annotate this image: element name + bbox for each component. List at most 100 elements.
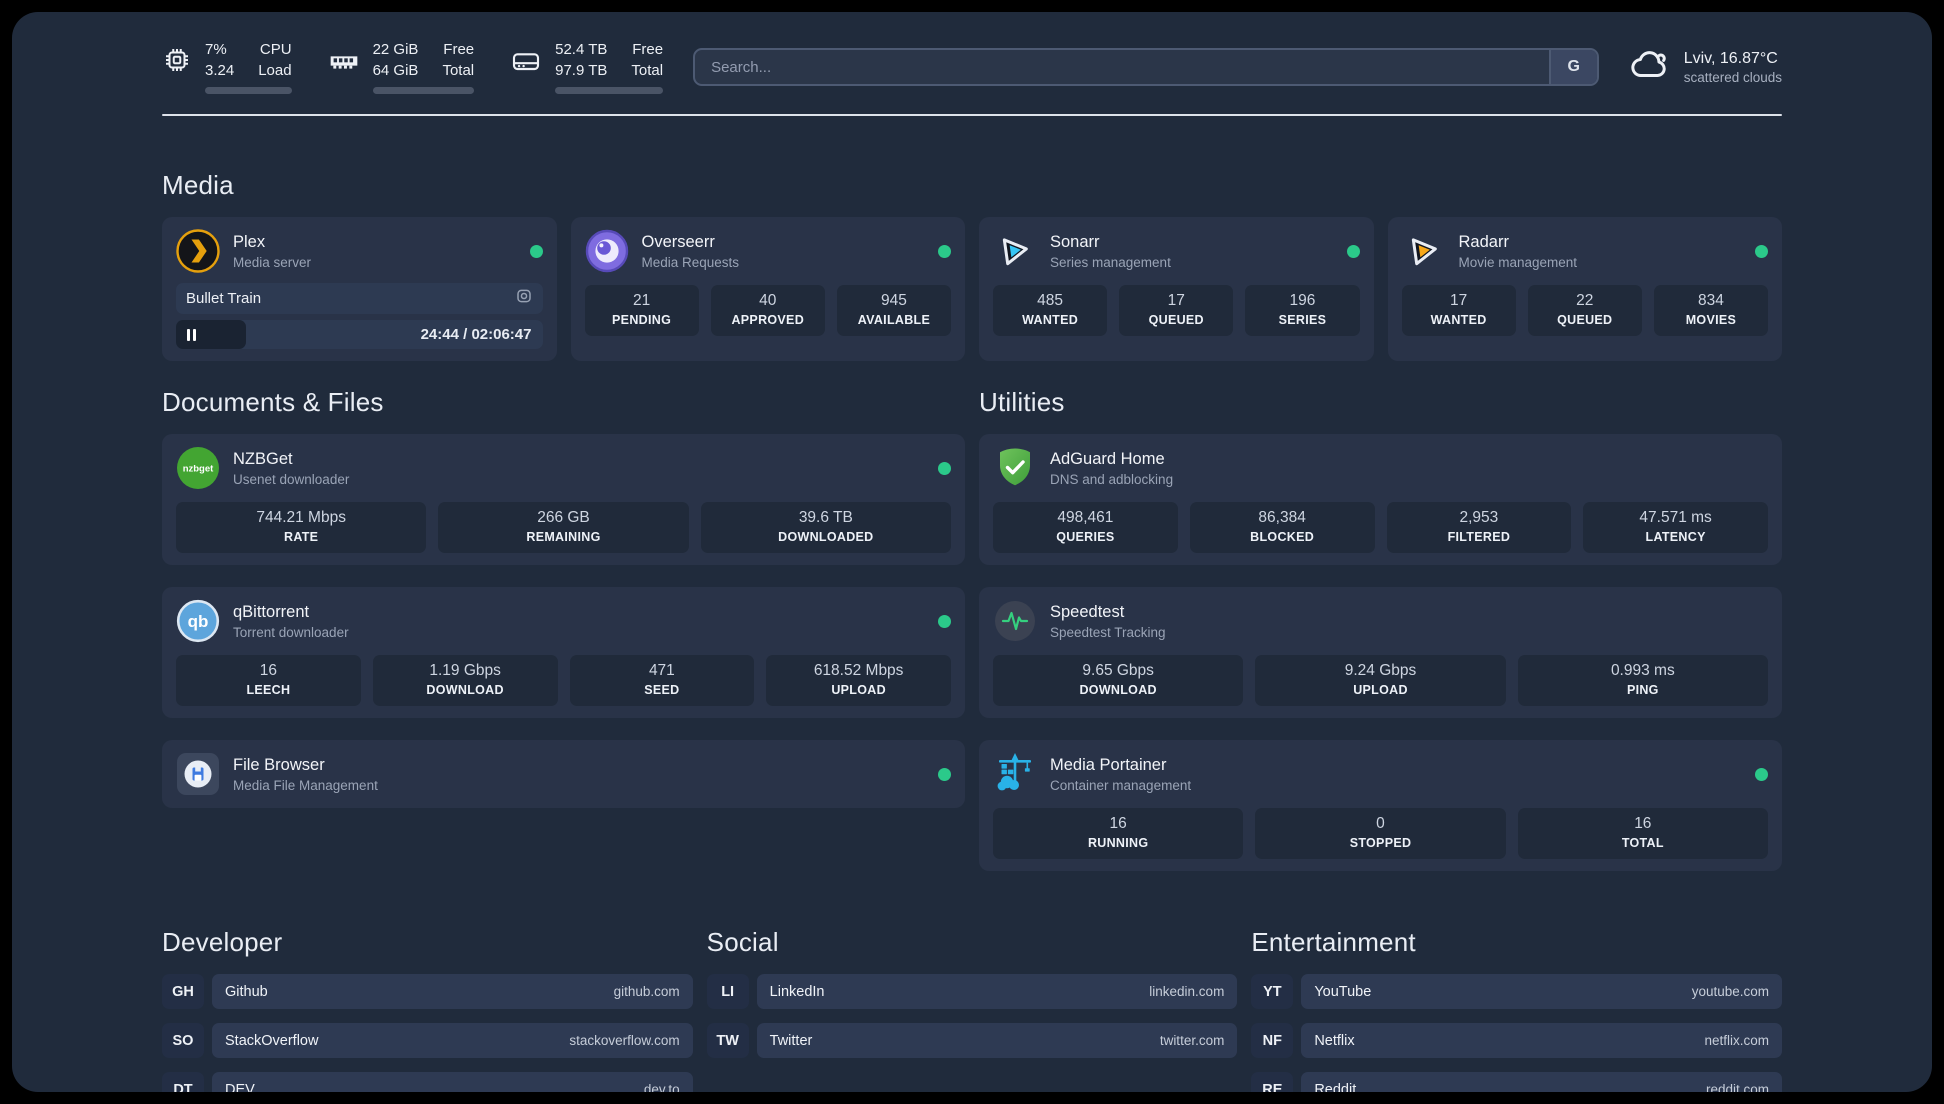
stat-tile: 16 TOTAL — [1517, 808, 1768, 859]
disk-label-2: Total — [631, 61, 664, 79]
svg-text:qb: qb — [188, 612, 209, 631]
link-badge: TW — [706, 1023, 749, 1058]
memory-label-1: Free — [443, 41, 475, 58]
memory-progress-bar — [372, 87, 475, 94]
link-url: netflix.com — [1704, 1033, 1769, 1048]
overseerr-status-dot — [938, 244, 951, 258]
link-linkedin[interactable]: LI LinkedIn linkedin.com — [706, 974, 1238, 1009]
stat-tile: 618.52 Mbps UPLOAD — [766, 655, 951, 706]
stat-tile: 498,461 QUERIES — [993, 502, 1178, 553]
memory-label-2: Total — [442, 61, 475, 79]
link-netflix[interactable]: NF Netflix netflix.com — [1251, 1023, 1782, 1058]
search-input[interactable] — [695, 58, 1549, 76]
google-search-button[interactable]: G — [1548, 50, 1597, 84]
pause-icon — [187, 328, 190, 341]
card-sonarr[interactable]: Sonarr Series management 485 WANTED 17 Q… — [979, 217, 1374, 361]
now-playing-row: Bullet Train — [176, 283, 543, 314]
pause-button[interactable] — [176, 320, 246, 349]
link-youtube[interactable]: YT YouTube youtube.com — [1251, 974, 1782, 1009]
disk-stat: 52.4 TB Free 97.9 TB Total — [510, 40, 664, 94]
speedtest-pulse-icon — [993, 599, 1037, 643]
memory-free-value: 22 GiB — [372, 41, 419, 58]
stat-tile: 485 WANTED — [993, 285, 1108, 336]
link-stackoverflow[interactable]: SO StackOverflow stackoverflow.com — [162, 1023, 693, 1058]
section-title-media: Media — [162, 170, 234, 200]
sonarr-icon — [993, 229, 1037, 273]
section-documents: Documents & Files nzbget NZBGet Usenet d — [162, 387, 965, 808]
card-speedtest[interactable]: Speedtest Speedtest Tracking 9.65 Gbps D… — [979, 587, 1782, 718]
disk-free-value: 52.4 TB — [555, 41, 608, 58]
filebrowser-icon — [176, 752, 220, 796]
radarr-icon — [1402, 229, 1446, 273]
stat-tile: 17 WANTED — [1401, 285, 1516, 336]
link-dev[interactable]: DT DEV dev.to — [162, 1072, 693, 1092]
radarr-name: Radarr — [1458, 232, 1509, 251]
link-twitter[interactable]: TW Twitter twitter.com — [706, 1023, 1238, 1058]
speedtest-name: Speedtest — [1050, 602, 1125, 621]
link-url: dev.to — [643, 1082, 680, 1092]
section-entertainment: Entertainment YT YouTube youtube.com NF … — [1251, 927, 1782, 1092]
disk-progress-bar — [555, 87, 664, 94]
link-name: Twitter — [769, 1032, 813, 1049]
hard-drive-icon — [510, 45, 542, 82]
playback-time: 24:44 / 02:06:47 — [420, 326, 532, 343]
cpu-usage-value: 7% — [205, 41, 227, 58]
link-badge: YT — [1251, 974, 1294, 1009]
system-stats: 7% CPU 3.24 Load 22 GiB Free 64 GiB Tota… — [162, 40, 664, 94]
card-portainer[interactable]: Media Portainer Container management 16 … — [979, 740, 1782, 871]
link-badge: NF — [1251, 1023, 1294, 1058]
radarr-desc: Movie management — [1458, 254, 1578, 270]
section-title-utilities: Utilities — [979, 387, 1065, 417]
link-name: StackOverflow — [225, 1032, 319, 1049]
qbittorrent-desc: Torrent downloader — [233, 624, 349, 640]
stat-tile: 40 APPROVED — [710, 285, 825, 336]
sonarr-status-dot — [1346, 244, 1360, 258]
link-url: twitter.com — [1159, 1033, 1225, 1048]
memory-total-value: 64 GiB — [372, 61, 419, 79]
filebrowser-desc: Media File Management — [233, 777, 378, 793]
header-divider — [162, 114, 1782, 116]
link-name: Netflix — [1314, 1032, 1355, 1049]
section-developer: Developer GH Github github.com SO StackO… — [162, 927, 693, 1092]
stat-tile: 196 SERIES — [1245, 285, 1360, 336]
card-nzbget[interactable]: nzbget NZBGet Usenet downloader 744.21 M… — [162, 434, 965, 565]
link-github[interactable]: GH Github github.com — [162, 974, 693, 1009]
section-social: Social LI LinkedIn linkedin.com TW Twitt… — [706, 927, 1238, 1072]
link-name: YouTube — [1314, 983, 1372, 1000]
card-overseerr[interactable]: Overseerr Media Requests 21 PENDING 40 A… — [570, 217, 965, 361]
adguard-shield-icon — [993, 446, 1037, 490]
svg-text:nzbget: nzbget — [183, 464, 214, 475]
section-media: Media Plex Media server Bullet Train 24:… — [162, 170, 1782, 361]
stat-tile: 471 SEED — [569, 655, 755, 706]
link-badge: GH — [162, 974, 204, 1009]
topbar: 7% CPU 3.24 Load 22 GiB Free 64 GiB Tota… — [162, 40, 1782, 94]
stat-tile: 16 RUNNING — [993, 808, 1244, 859]
link-reddit[interactable]: RE Reddit reddit.com — [1251, 1072, 1782, 1092]
portainer-desc: Container management — [1050, 777, 1192, 793]
card-plex[interactable]: Plex Media server Bullet Train 24:44 / 0… — [162, 217, 557, 361]
filebrowser-name: File Browser — [233, 755, 325, 774]
overseerr-icon — [585, 229, 629, 273]
plex-name: Plex — [233, 232, 266, 251]
stat-tile: 0 STOPPED — [1255, 808, 1506, 859]
section-utilities: Utilities AdGuard Home DNS and adblockin… — [979, 387, 1782, 871]
link-badge: LI — [706, 974, 749, 1009]
card-qbittorrent[interactable]: qb qBittorrent Torrent downloader 16 LEE… — [162, 587, 965, 718]
stat-tile: 22 QUEUED — [1527, 285, 1642, 336]
camera-icon — [515, 287, 533, 310]
stat-tile: 21 PENDING — [584, 285, 699, 336]
link-badge: DT — [162, 1072, 204, 1092]
card-filebrowser[interactable]: File Browser Media File Management — [162, 740, 965, 808]
link-badge: RE — [1251, 1072, 1294, 1092]
plex-status-dot — [529, 244, 543, 258]
portainer-name: Media Portainer — [1050, 755, 1167, 774]
dashboard-window: 7% CPU 3.24 Load 22 GiB Free 64 GiB Tota… — [12, 12, 1932, 1092]
link-url: youtube.com — [1691, 984, 1769, 999]
nzbget-status-dot — [938, 461, 951, 475]
card-adguard[interactable]: AdGuard Home DNS and adblocking 498,461 … — [979, 434, 1782, 565]
stat-tile: 86,384 BLOCKED — [1189, 502, 1375, 553]
card-radarr[interactable]: Radarr Movie management 17 WANTED 22 QUE… — [1387, 217, 1782, 361]
stat-tile: 834 MOVIES — [1653, 285, 1769, 336]
weather-location: Lviv, 16.87°C — [1683, 49, 1778, 67]
search-bar: G — [693, 48, 1599, 86]
